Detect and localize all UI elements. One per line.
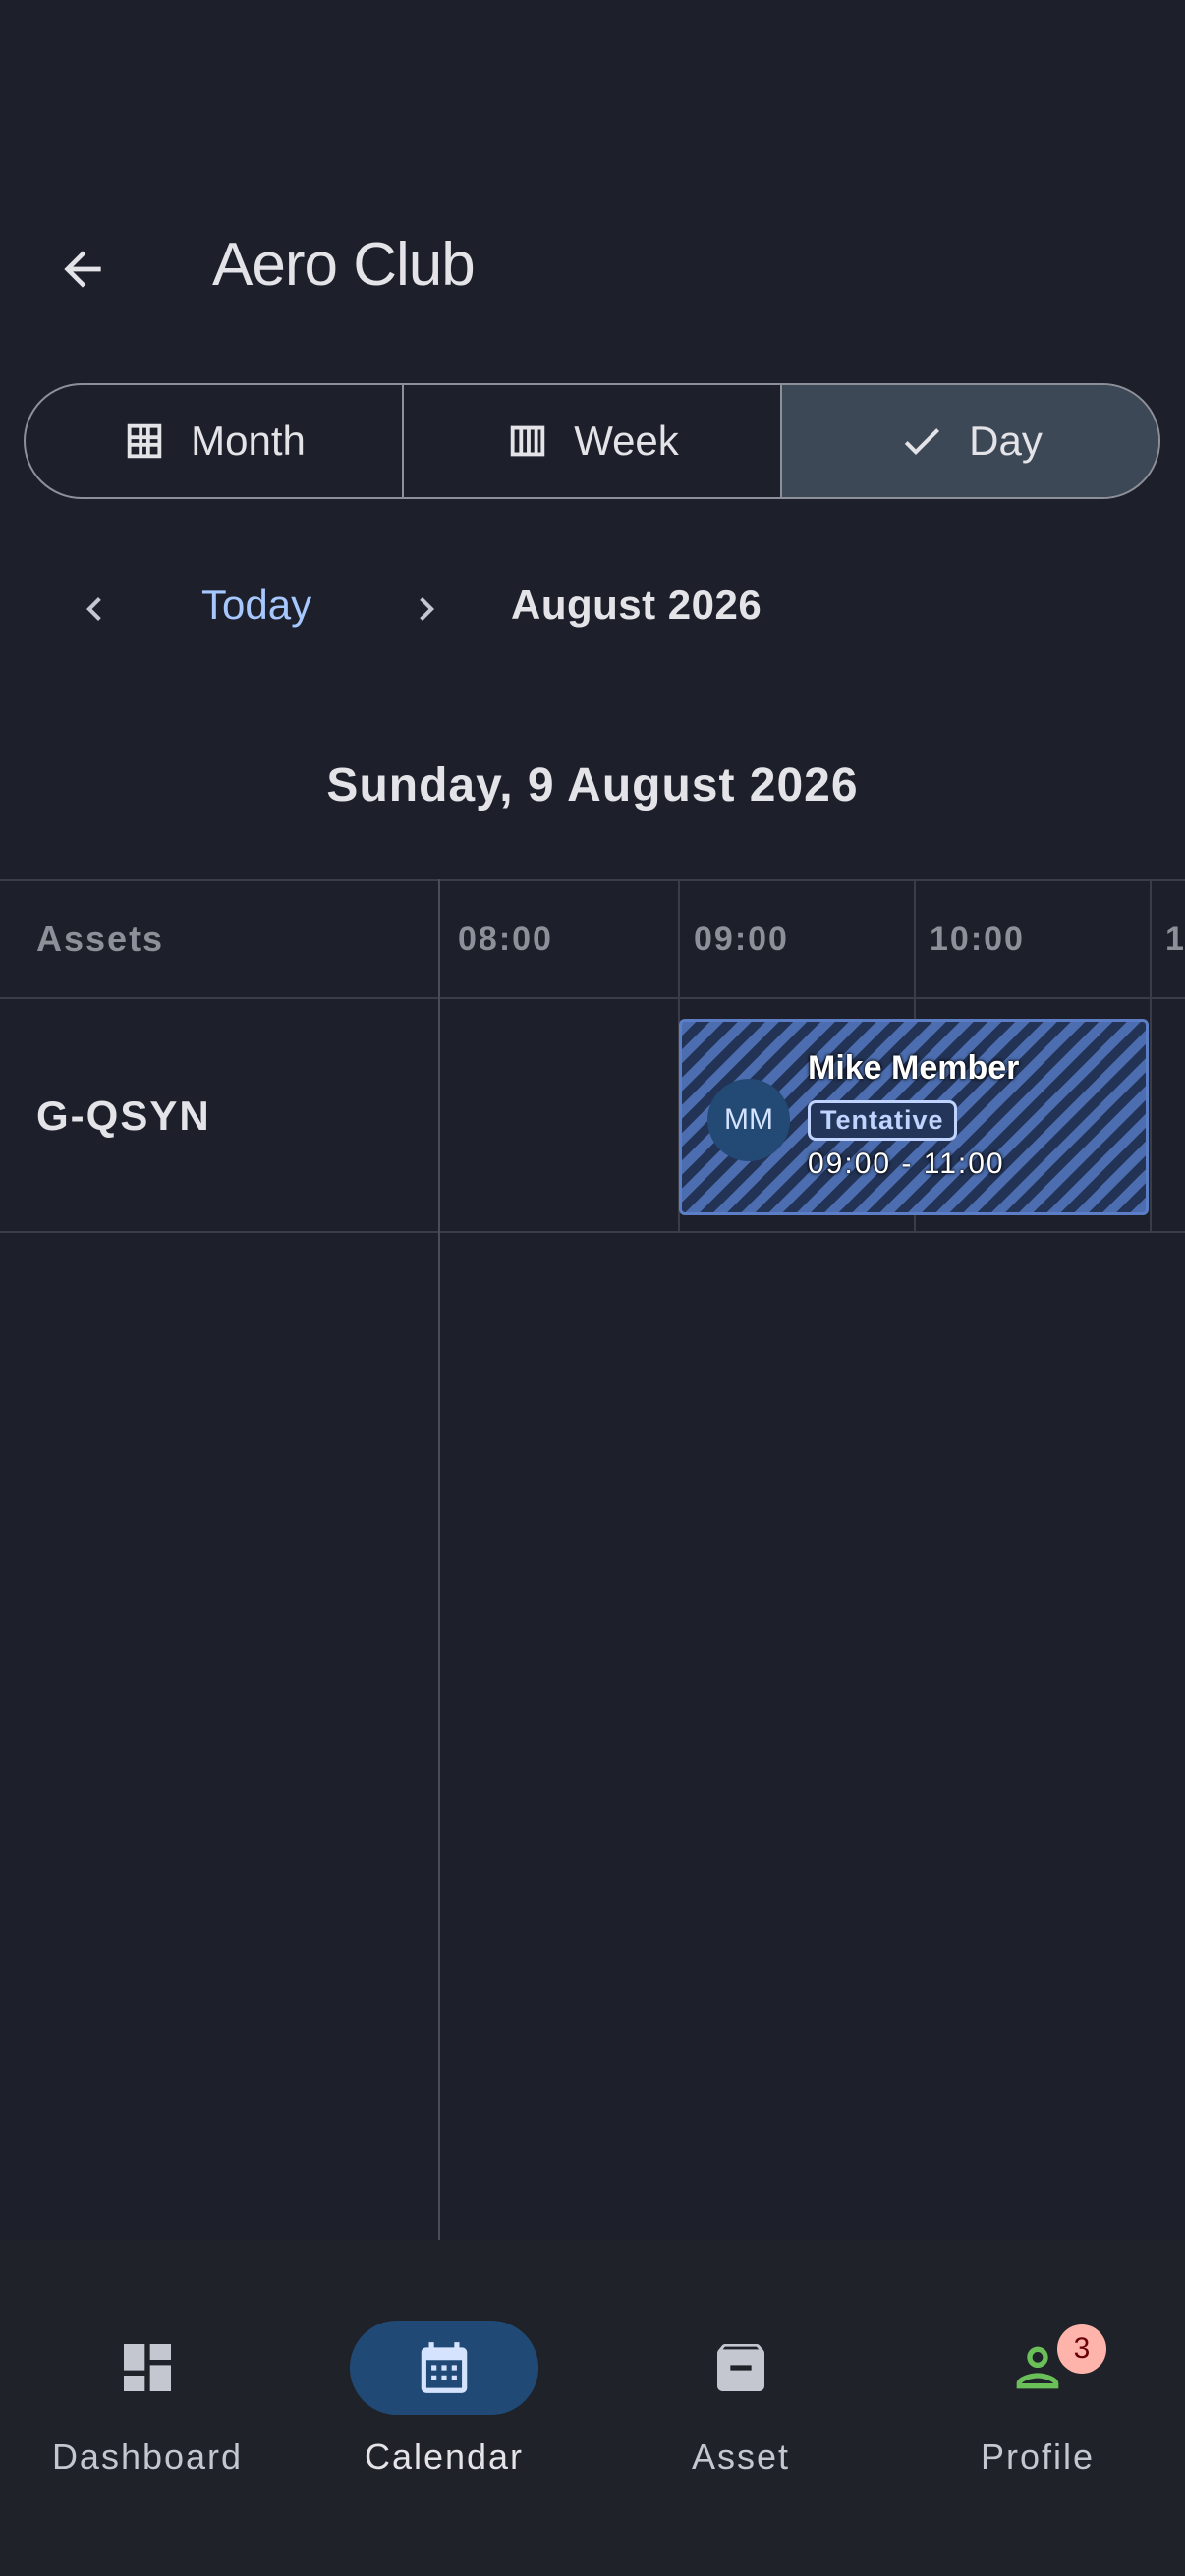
booking-member-name: Mike Member <box>808 1049 1020 1087</box>
day-view-label: Day <box>969 418 1043 464</box>
today-button[interactable]: Today <box>201 582 311 629</box>
nav-item-calendar[interactable]: Calendar <box>326 2279 562 2477</box>
notification-badge: 3 <box>1057 2324 1106 2374</box>
grid-divider <box>0 997 1185 999</box>
archive-icon <box>717 2344 764 2391</box>
top-app-bar: Aero Club <box>0 196 1185 334</box>
month-view-button[interactable]: Month <box>26 385 402 497</box>
asset-column-divider <box>438 879 440 2240</box>
back-button[interactable] <box>39 226 126 312</box>
month-view-label: Month <box>191 418 306 464</box>
day-heading: Sunday, 9 August 2026 <box>326 759 859 812</box>
calendar-screen: Aero Club Month Week Day Today August 20… <box>0 0 1185 2576</box>
status-badge: Tentative <box>808 1100 957 1141</box>
timeline-grid: Assets 08:00 09:00 10:00 1 G-QSYN MM Mik… <box>0 879 1185 2240</box>
app-title: Aero Club <box>212 231 476 299</box>
check-icon <box>904 428 940 455</box>
week-view-label: Week <box>574 418 679 464</box>
bottom-navigation-bar: Dashboard Calendar Asset 3 Profile <box>0 2240 1185 2576</box>
time-label-1000: 10:00 <box>930 921 1025 958</box>
nav-label-calendar: Calendar <box>364 2436 525 2477</box>
day-view-button[interactable]: Day <box>780 385 1158 497</box>
nav-item-dashboard[interactable]: Dashboard <box>29 2279 265 2477</box>
week-view-button[interactable]: Week <box>402 385 780 497</box>
nav-label-asset: Asset <box>691 2436 791 2477</box>
booking-block[interactable]: MM Mike Member Tentative 09:00 - 11:00 <box>679 1019 1149 1215</box>
current-month-label: August 2026 <box>511 582 762 628</box>
arrow-back-icon <box>64 251 101 288</box>
next-day-button[interactable] <box>387 570 466 648</box>
assets-column-header: Assets <box>36 919 165 959</box>
calendar-icon <box>421 2342 468 2393</box>
grid-divider <box>0 1231 1185 1233</box>
grid-divider <box>0 879 1185 881</box>
hour-divider <box>1150 879 1152 1231</box>
view-selector: Month Week Day <box>24 383 1160 499</box>
nav-indicator <box>943 2321 1132 2415</box>
nav-indicator <box>350 2321 538 2415</box>
time-label-0900: 09:00 <box>694 921 789 958</box>
dashboard-icon <box>124 2344 171 2391</box>
chevron-right-icon <box>420 597 434 621</box>
avatar: MM <box>707 1079 790 1161</box>
nav-item-asset[interactable]: Asset <box>623 2279 859 2477</box>
date-navigation: Today August 2026 <box>0 560 1185 658</box>
nav-item-profile[interactable]: 3 Profile <box>920 2279 1156 2477</box>
asset-row-label[interactable]: G-QSYN <box>36 1092 211 1140</box>
nav-label-profile: Profile <box>980 2436 1096 2477</box>
grid-icon <box>127 423 162 459</box>
nav-label-dashboard: Dashboard <box>51 2436 244 2477</box>
nav-indicator <box>647 2321 835 2415</box>
chevron-left-icon <box>86 597 101 621</box>
previous-day-button[interactable] <box>55 570 134 648</box>
columns-icon <box>510 425 545 457</box>
nav-indicator <box>53 2321 242 2415</box>
time-label-0800: 08:00 <box>458 921 553 958</box>
time-label-1100: 1 <box>1165 921 1185 958</box>
booking-time-range: 09:00 - 11:00 <box>808 1148 1005 1180</box>
